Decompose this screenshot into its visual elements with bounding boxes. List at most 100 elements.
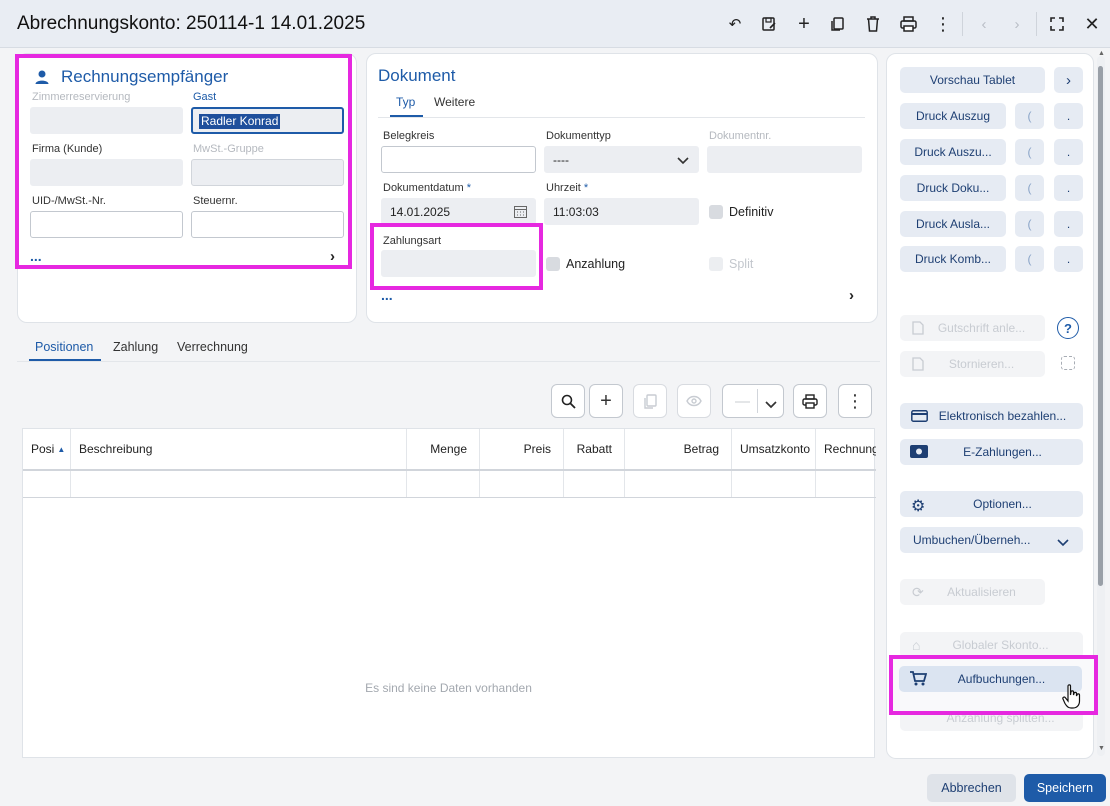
document-expand-icon[interactable]: › bbox=[849, 287, 854, 304]
dokumenttyp-value: ---- bbox=[553, 153, 569, 167]
fullscreen-icon[interactable] bbox=[1045, 12, 1069, 36]
filter-cell[interactable] bbox=[407, 471, 480, 498]
col-preis[interactable]: Preis bbox=[480, 429, 564, 469]
uhrzeit-value: 11:03:03 bbox=[553, 205, 599, 219]
document-more[interactable]: ... bbox=[381, 287, 393, 303]
e-zahlungen-button[interactable]: E-Zahlungen... bbox=[900, 439, 1083, 465]
stornieren-checkbox[interactable] bbox=[1061, 356, 1075, 370]
delete-icon[interactable] bbox=[861, 12, 885, 36]
filter-cell[interactable] bbox=[71, 471, 407, 498]
anzahlung-checkbox[interactable] bbox=[546, 257, 560, 271]
dash-split-button[interactable]: — bbox=[722, 384, 784, 418]
dokumenttyp-select[interactable]: ---- bbox=[544, 146, 699, 173]
druck-doku-options[interactable]: ( bbox=[1015, 175, 1044, 201]
druck-doku-button[interactable]: Druck Doku... bbox=[900, 175, 1006, 201]
steuer-field[interactable] bbox=[191, 211, 344, 238]
umbuchen-button[interactable]: Umbuchen/Überneh... bbox=[900, 527, 1083, 553]
copy-icon[interactable] bbox=[826, 12, 850, 36]
gast-value: Radler Konrad bbox=[199, 114, 281, 129]
col-rechnung[interactable]: Rechnung bbox=[816, 429, 876, 469]
tab-weitere[interactable]: Weitere bbox=[434, 95, 475, 109]
calendar-icon[interactable] bbox=[514, 205, 527, 221]
aufbuchungen-button[interactable]: Aufbuchungen... bbox=[899, 666, 1082, 692]
col-beschreibung[interactable]: Beschreibung bbox=[71, 429, 407, 469]
optionen-button[interactable]: ⚙ Optionen... bbox=[900, 491, 1083, 517]
filter-cell[interactable] bbox=[480, 471, 564, 498]
close-icon[interactable]: ✕ bbox=[1080, 12, 1104, 36]
save-button[interactable]: Speichern bbox=[1024, 774, 1106, 802]
col-posi[interactable]: Posi ▲ bbox=[23, 429, 71, 469]
druck-doku-more[interactable]: . bbox=[1054, 175, 1083, 201]
col-rabatt[interactable]: Rabatt bbox=[564, 429, 625, 469]
prev-icon[interactable]: ‹ bbox=[972, 12, 996, 36]
add-icon[interactable]: + bbox=[792, 12, 816, 36]
druck-auszu2-button[interactable]: Druck Auszu... bbox=[900, 139, 1006, 165]
firma-field[interactable] bbox=[30, 159, 183, 186]
tab-zahlung[interactable]: Zahlung bbox=[113, 340, 158, 354]
more-vert-icon[interactable]: ⋮ bbox=[931, 12, 955, 36]
definitiv-checkbox[interactable] bbox=[709, 205, 723, 219]
vorschau-tablet-button[interactable]: Vorschau Tablet bbox=[900, 67, 1045, 93]
undo-icon[interactable]: ↶ bbox=[723, 12, 747, 36]
uid-label: UID-/MwSt.-Nr. bbox=[32, 195, 106, 207]
recipient-more[interactable]: ... bbox=[30, 248, 42, 264]
scrollbar-thumb[interactable] bbox=[1098, 66, 1103, 586]
copy-icon bbox=[643, 393, 657, 409]
copy-position-button bbox=[633, 384, 667, 418]
cancel-button[interactable]: Abbrechen bbox=[927, 774, 1016, 802]
credit-card-icon bbox=[911, 410, 928, 425]
gast-field[interactable]: Radler Konrad bbox=[191, 107, 344, 134]
druck-komb-button[interactable]: Druck Komb... bbox=[900, 246, 1006, 272]
druck-auszu2-options[interactable]: ( bbox=[1015, 139, 1044, 165]
col-umsatzkonto[interactable]: Umsatzkonto bbox=[732, 429, 816, 469]
vorschau-next-button[interactable]: › bbox=[1054, 67, 1083, 93]
col-menge[interactable]: Menge bbox=[407, 429, 480, 469]
hand-cursor-icon bbox=[1062, 684, 1082, 713]
datum-field[interactable]: 14.01.2025 bbox=[381, 198, 536, 225]
next-icon[interactable]: › bbox=[1005, 12, 1029, 36]
druck-ausla-more[interactable]: . bbox=[1054, 211, 1083, 237]
add-position-button[interactable]: + bbox=[589, 384, 623, 418]
filter-cell[interactable] bbox=[732, 471, 816, 498]
tabs-divider bbox=[17, 361, 880, 362]
druck-auszu2-more[interactable]: . bbox=[1054, 139, 1083, 165]
tab-positionen[interactable]: Positionen bbox=[35, 340, 93, 354]
druck-auszug-button[interactable]: Druck Auszug bbox=[900, 103, 1006, 129]
druck-auszug-more[interactable]: . bbox=[1054, 103, 1083, 129]
druck-komb-more[interactable]: . bbox=[1054, 246, 1083, 272]
sidebar-scrollbar[interactable] bbox=[1097, 56, 1105, 756]
cart-icon bbox=[910, 671, 928, 689]
chevron-down-icon[interactable] bbox=[765, 396, 777, 413]
save-edit-icon[interactable] bbox=[757, 12, 781, 36]
druck-komb-options[interactable]: ( bbox=[1015, 246, 1044, 272]
print-icon[interactable] bbox=[896, 12, 920, 36]
dokumentnr-field bbox=[707, 146, 862, 173]
search-button[interactable] bbox=[551, 384, 585, 418]
elektronisch-bezahlen-button[interactable]: Elektronisch bezahlen... bbox=[900, 403, 1083, 429]
tab-verrechnung[interactable]: Verrechnung bbox=[177, 340, 248, 354]
druck-ausla-button[interactable]: Druck Ausla... bbox=[900, 211, 1006, 237]
print-grid-button[interactable] bbox=[793, 384, 827, 418]
split-checkbox bbox=[709, 257, 723, 271]
mwst-label: MwSt.-Gruppe bbox=[193, 143, 264, 155]
zahlungsart-field[interactable] bbox=[381, 250, 536, 277]
window-title: Abrechnungskonto: 250114-1 14.01.2025 bbox=[17, 13, 366, 34]
filter-cell[interactable] bbox=[23, 471, 71, 498]
scroll-down-icon[interactable]: ▼ bbox=[1098, 745, 1105, 752]
stornieren-button: Stornieren... bbox=[900, 351, 1045, 377]
filter-cell[interactable] bbox=[564, 471, 625, 498]
grid-more-button[interactable]: ⋮ bbox=[838, 384, 872, 418]
uid-field[interactable] bbox=[30, 211, 183, 238]
tab-divider bbox=[378, 117, 865, 118]
tab-typ[interactable]: Typ bbox=[396, 95, 415, 109]
belegkreis-field[interactable] bbox=[381, 146, 536, 173]
anzahlung-label: Anzahlung bbox=[566, 257, 626, 271]
col-betrag[interactable]: Betrag bbox=[625, 429, 732, 469]
druck-auszug-options[interactable]: ( bbox=[1015, 103, 1044, 129]
scroll-up-icon[interactable]: ▲ bbox=[1098, 50, 1105, 57]
help-icon[interactable]: ? bbox=[1057, 317, 1079, 339]
uhrzeit-field[interactable]: 11:03:03 bbox=[544, 198, 699, 225]
recipient-expand-icon[interactable]: › bbox=[330, 248, 335, 265]
filter-cell[interactable] bbox=[625, 471, 732, 498]
druck-ausla-options[interactable]: ( bbox=[1015, 211, 1044, 237]
